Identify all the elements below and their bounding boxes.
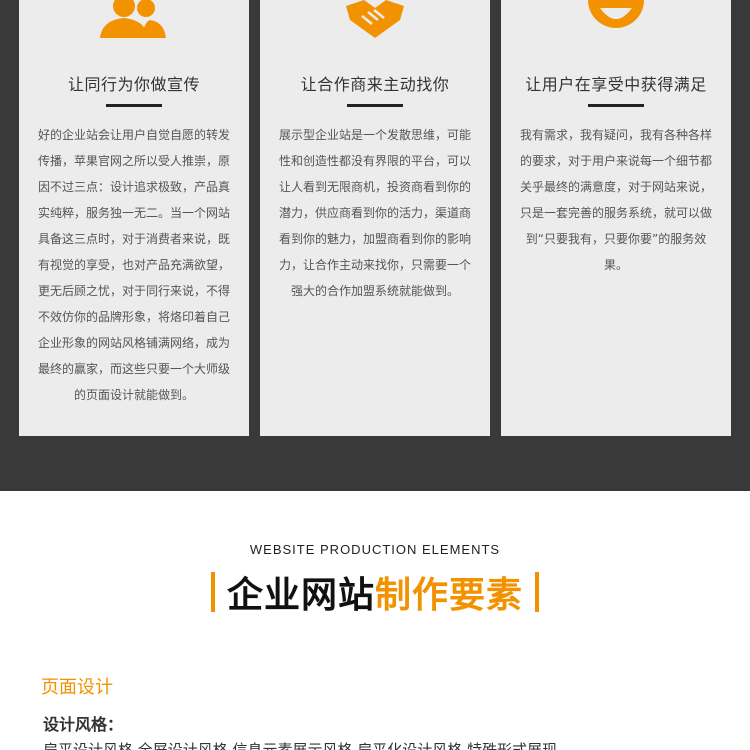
title-divider: [588, 104, 644, 107]
card-body: 展示型企业站是一个发散思维，可能 性和创造性都没有界限的平台，可以 让人看到无限…: [278, 128, 471, 298]
design-styles-list: 扁平设计风格 全屏设计风格 信息元素展示风格 扁平化设计风格 特殊形式展现: [43, 741, 558, 750]
handshake-icon: [346, 0, 404, 38]
section-title-dark: 企业网站: [226, 575, 375, 616]
smile-icon: [588, 0, 644, 28]
section-title-orange: 制作要素: [375, 575, 524, 616]
card-title: 让用户在享受中获得满足: [525, 75, 707, 94]
page-design-heading: 页面设计: [41, 677, 113, 698]
feature-card-partners: 让合作商来主动找你 展示型企业站是一个发散思维，可能 性和创造性都没有界限的平台…: [260, 0, 490, 436]
section-title: 企业网站制作要素: [0, 566, 750, 618]
features-band: 让同行为你做宣传 好的企业站会让用户自觉自愿的转发 传播，苹果官网之所以受人推崇…: [0, 0, 750, 491]
title-bar-left: [210, 572, 215, 612]
card-title: 让合作商来主动找你: [300, 75, 450, 94]
card-title: 让同行为你做宣传: [67, 75, 200, 94]
section-subtitle: WEBSITE PRODUCTION ELEMENTS: [249, 542, 501, 557]
feature-card-promotion: 让同行为你做宣传 好的企业站会让用户自觉自愿的转发 传播，苹果官网之所以受人推崇…: [19, 0, 249, 436]
card-body: 好的企业站会让用户自觉自愿的转发 传播，苹果官网之所以受人推崇，原 因不过三点：…: [37, 128, 230, 402]
design-style-label: 设计风格：: [43, 715, 124, 734]
feature-card-users: 让用户在享受中获得满足 我有需求，我有疑问，我有各种各样 的要求，对于用户来说每…: [501, 0, 731, 436]
title-bar-right: [535, 572, 540, 612]
card-body: 我有需求，我有疑问，我有各种各样 的要求，对于用户来说每一个细节都 关乎最终的满…: [519, 128, 712, 272]
users-icon: [100, 0, 166, 38]
title-divider: [347, 104, 403, 107]
title-divider: [106, 104, 162, 107]
